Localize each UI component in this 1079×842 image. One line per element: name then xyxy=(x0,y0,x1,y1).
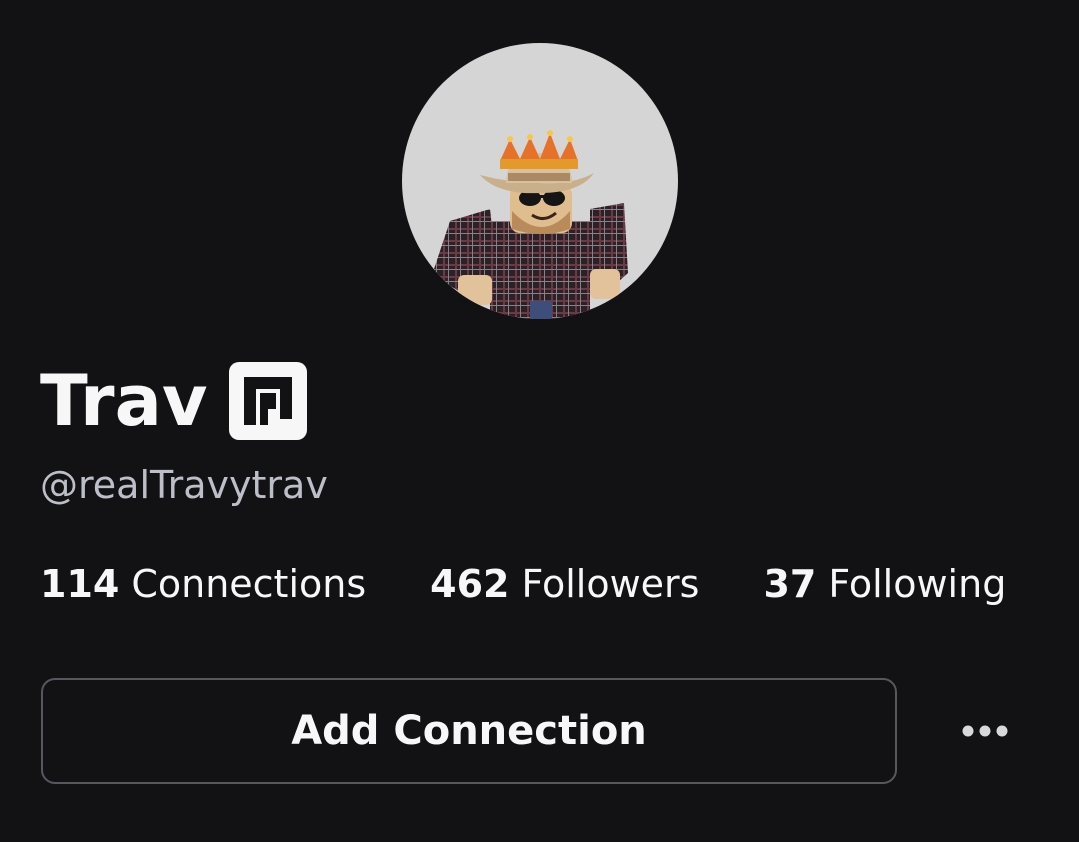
stat-label: Following xyxy=(828,562,1007,606)
stat-count: 462 xyxy=(430,562,510,606)
more-options-button[interactable] xyxy=(950,705,1020,757)
stat-label: Followers xyxy=(521,562,700,606)
stat-connections[interactable]: 114 Connections xyxy=(40,565,366,603)
display-name: Trav xyxy=(40,360,208,442)
stat-count: 114 xyxy=(40,562,120,606)
stat-following[interactable]: 37 Following xyxy=(763,565,1006,603)
premium-badge-icon xyxy=(229,362,308,440)
stat-count: 37 xyxy=(763,562,817,606)
stat-label: Connections xyxy=(131,562,367,606)
username: @realTravytrav xyxy=(40,463,328,507)
avatar-character-illustration xyxy=(432,130,628,319)
stat-followers[interactable]: 462 Followers xyxy=(430,565,699,603)
more-horizontal-icon xyxy=(962,725,1008,737)
profile-stats: 114 Connections 462 Followers 37 Followi… xyxy=(40,562,1006,606)
add-connection-button[interactable]: Add Connection xyxy=(41,678,897,784)
display-name-row: Trav xyxy=(40,356,308,446)
add-connection-label: Add Connection xyxy=(291,708,647,754)
avatar[interactable] xyxy=(402,43,678,319)
